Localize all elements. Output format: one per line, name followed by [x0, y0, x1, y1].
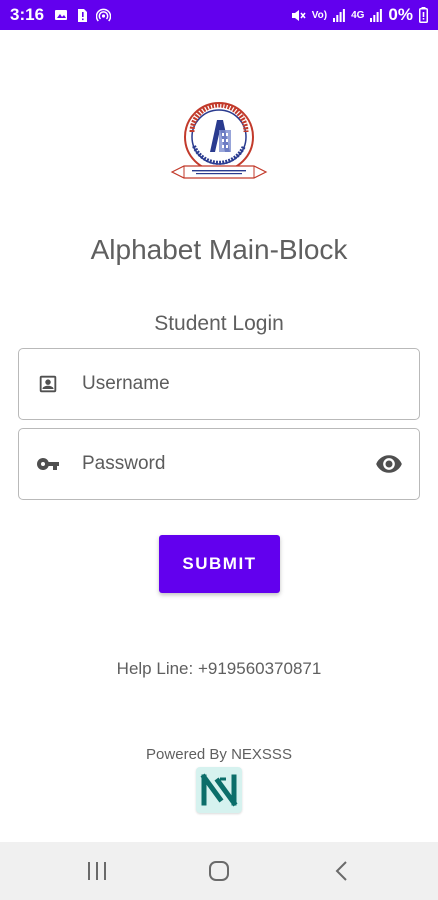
network-label-volte: Vo) [311, 9, 328, 21]
username-field[interactable] [18, 348, 420, 420]
status-notification-icons [54, 8, 112, 23]
status-time: 3:16 [10, 5, 45, 24]
password-field[interactable] [18, 428, 420, 500]
signal-icon [333, 9, 345, 22]
mute-icon [291, 9, 306, 21]
back-button[interactable] [322, 854, 362, 888]
key-icon [36, 452, 60, 476]
signal-icon [370, 9, 383, 22]
home-button[interactable] [199, 854, 239, 888]
home-icon [209, 861, 229, 881]
username-input[interactable] [82, 364, 419, 404]
status-system-icons: Vo) 4G 0% [290, 5, 428, 25]
powered-by-text: Powered By NEXSSS [146, 746, 292, 763]
sim-alert-icon [78, 8, 88, 22]
hotspot-icon [96, 8, 112, 22]
recents-button[interactable] [77, 854, 117, 888]
battery-percent: 0% [388, 5, 413, 24]
recents-icon [88, 862, 106, 880]
eye-icon[interactable] [375, 450, 403, 478]
battery-icon [419, 7, 428, 23]
helpline-text: Help Line: +919560370871 [116, 659, 322, 678]
password-input[interactable] [82, 444, 374, 484]
nexsss-logo [196, 767, 242, 813]
network-label-4g: 4G [351, 9, 365, 21]
school-logo [170, 100, 268, 188]
app-title: Alphabet Main-Block [90, 234, 348, 265]
gallery-icon [55, 10, 68, 20]
navigation-bar [0, 842, 438, 900]
password-visibility-toggle[interactable] [374, 449, 404, 479]
status-bar: 3:16 Vo) 4G 0% [0, 0, 438, 30]
login-heading: Student Login [154, 312, 284, 335]
back-icon [335, 861, 347, 881]
account-box-icon [36, 372, 60, 396]
submit-button[interactable]: SUBMIT [159, 535, 280, 593]
